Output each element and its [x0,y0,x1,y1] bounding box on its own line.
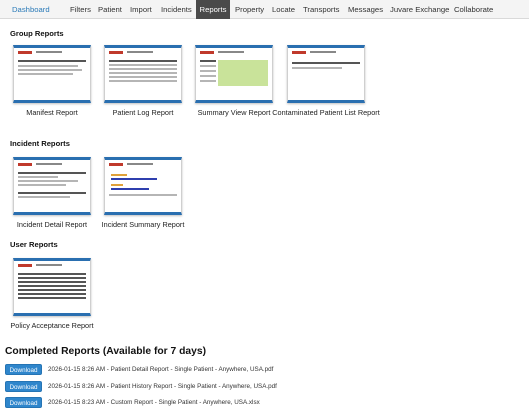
patient-log-report-thumbnail[interactable] [104,45,182,103]
completed-report-item: 2026-01-15 8:23 AM - Custom Report - Sin… [48,399,260,406]
summary-view-report-thumbnail[interactable] [195,45,273,103]
nav-locate[interactable]: Locate [272,0,295,19]
contaminated-patient-list-report-label[interactable]: Contaminated Patient List Report [271,108,381,117]
incident-detail-report-thumbnail[interactable] [13,157,91,215]
nav-juvare-exchange[interactable]: Juvare Exchange [390,0,449,19]
incident-reports-heading: Incident Reports [10,139,70,148]
incident-summary-report-thumbnail[interactable] [104,157,182,215]
completed-report-item: 2026-01-15 8:26 AM - Patient Detail Repo… [48,366,274,373]
nav-patient[interactable]: Patient [98,0,122,19]
nav-collaborate[interactable]: Collaborate [454,0,493,19]
nav-transports[interactable]: Transports [303,0,339,19]
nav-reports[interactable]: Reports [196,0,230,19]
nav-dashboard[interactable]: Dashboard [12,0,50,19]
nav-import[interactable]: Import [130,0,152,19]
nav-messages[interactable]: Messages [348,0,383,19]
incident-summary-report-label[interactable]: Incident Summary Report [88,220,198,229]
download-button[interactable]: Download [5,397,42,408]
top-nav: Dashboard Filters Patient Import Inciden… [0,0,529,19]
contaminated-patient-list-report-thumbnail[interactable] [287,45,365,103]
nav-filters[interactable]: Filters [70,0,91,19]
manifest-report-thumbnail[interactable] [13,45,91,103]
nav-incidents[interactable]: Incidents [161,0,192,19]
group-reports-heading: Group Reports [10,29,64,38]
completed-report-item: 2026-01-15 8:26 AM - Patient History Rep… [48,383,277,390]
completed-reports-heading: Completed Reports (Available for 7 days) [5,346,207,357]
policy-acceptance-report-thumbnail[interactable] [13,258,91,316]
policy-acceptance-report-label[interactable]: Policy Acceptance Report [0,321,107,330]
download-button[interactable]: Download [5,381,42,392]
download-button[interactable]: Download [5,364,42,375]
nav-property[interactable]: Property [235,0,264,19]
user-reports-heading: User Reports [10,240,58,249]
